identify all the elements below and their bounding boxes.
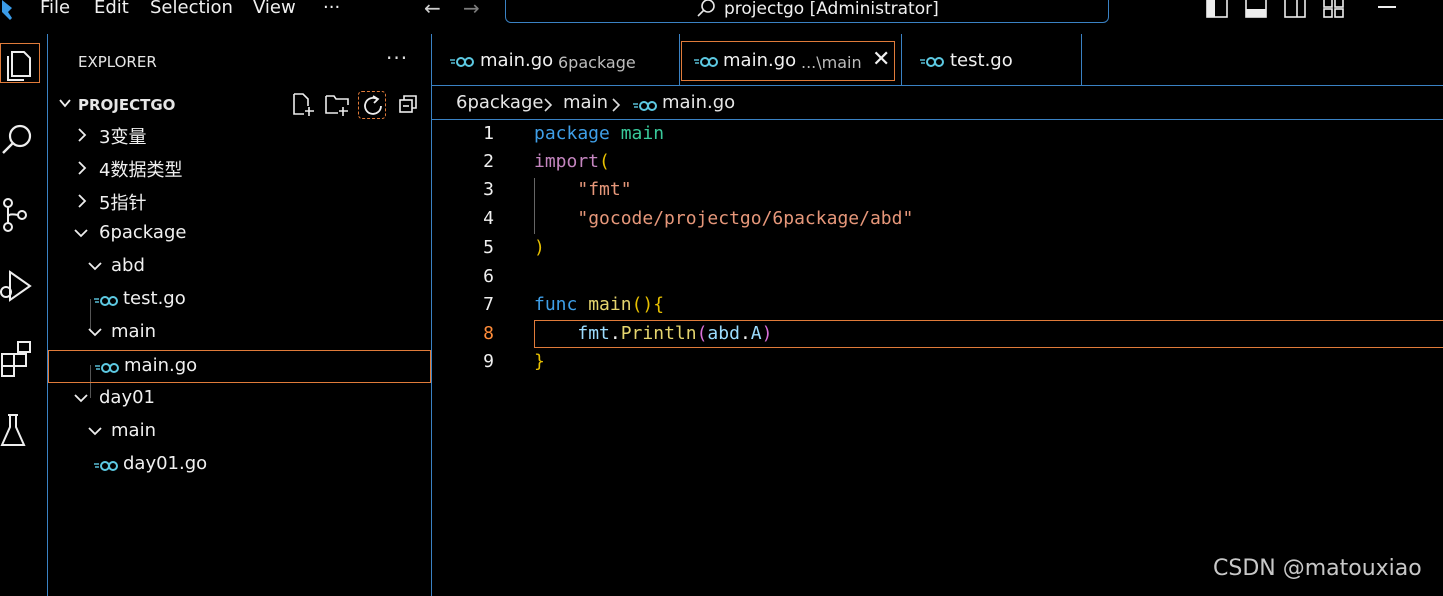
search-icon — [697, 0, 715, 17]
project-header[interactable]: PROJECTGO — [48, 91, 431, 119]
tree-folder-main[interactable]: main — [48, 317, 431, 350]
back-arrow-icon[interactable]: ← — [424, 0, 441, 20]
project-name: PROJECTGO — [78, 96, 176, 114]
sidebar-title: EXPLORER — [78, 53, 157, 71]
menu-view[interactable]: View — [253, 0, 296, 18]
code-line: 2 import( — [483, 151, 610, 172]
breadcrumb-6package[interactable]: 6package — [456, 92, 543, 113]
forward-arrow-icon[interactable]: → — [463, 0, 480, 20]
tree-folder-6package[interactable]: 6package — [48, 218, 431, 251]
code-line: 6 — [483, 266, 494, 287]
tree-folder-abd[interactable]: abd — [48, 251, 431, 284]
run-and-debug-icon[interactable] — [0, 266, 40, 306]
chevron-right-icon — [612, 98, 621, 112]
activity-bar — [0, 34, 48, 596]
new-folder-icon[interactable] — [324, 91, 352, 119]
breadcrumb: 6package main main.go — [432, 86, 1443, 120]
go-file-icon — [694, 57, 718, 67]
explorer-icon[interactable] — [0, 43, 40, 83]
go-file-icon — [633, 101, 657, 111]
sidebar-more-icon[interactable]: ··· — [386, 46, 408, 70]
testing-icon[interactable] — [0, 411, 40, 451]
collapse-folders-icon[interactable] — [396, 91, 424, 119]
minimize-icon[interactable] — [1378, 6, 1396, 8]
new-file-icon[interactable] — [290, 91, 318, 119]
explorer-sidebar: EXPLORER ··· PROJECTGO 3变量 4数据类型 5指针 6pa… — [48, 34, 432, 596]
search-icon[interactable] — [0, 120, 40, 160]
chevron-right-icon — [544, 98, 553, 112]
watermark: CSDN @matouxiao — [1213, 556, 1422, 581]
menu-edit[interactable]: Edit — [94, 0, 129, 18]
toggle-secondary-sidebar-icon[interactable] — [1284, 0, 1306, 22]
tab-test-go[interactable]: test.go — [902, 34, 1082, 86]
go-file-icon — [920, 57, 944, 67]
menu-selection[interactable]: Selection — [150, 0, 233, 18]
title-bar: File Edit Selection View ··· ← → project… — [0, 0, 1443, 34]
command-center-search[interactable]: projectgo [Administrator] — [505, 0, 1109, 23]
tree-file-main-go[interactable]: main.go — [48, 350, 431, 383]
code-line: 4 "gocode/projectgo/6package/abd" — [483, 208, 914, 229]
tree-file-test-go[interactable]: test.go — [48, 284, 431, 317]
vscode-logo-icon — [2, 0, 12, 20]
extensions-icon[interactable] — [0, 340, 40, 380]
customize-layout-icon[interactable] — [1323, 0, 1345, 22]
menu-file[interactable]: File — [40, 0, 70, 18]
tree-file-day01-go[interactable]: day01.go — [48, 449, 431, 482]
tree-folder-5pointers[interactable]: 5指针 — [48, 185, 431, 218]
tree-folder-3vars[interactable]: 3变量 — [48, 119, 431, 152]
code-line: 1 package main — [483, 123, 665, 144]
go-file-icon — [94, 296, 118, 306]
source-control-icon[interactable] — [0, 195, 40, 235]
code-editor[interactable]: 1 package main 2 import( 3 "fmt" 4 "goco… — [432, 120, 1443, 596]
code-line-current: 8 fmt.Println(abd.A) — [483, 323, 773, 344]
tree-folder-day01-main[interactable]: main — [48, 416, 431, 449]
breadcrumb-main[interactable]: main — [563, 92, 608, 113]
editor-tab-bar: main.go 6package main.go ...\main ✕ test… — [432, 34, 1443, 86]
toggle-panel-icon[interactable] — [1245, 0, 1267, 22]
chevron-down-icon — [59, 99, 71, 108]
tab-main-go-main[interactable]: main.go ...\main ✕ — [432, 34, 902, 86]
tree-folder-4datatypes[interactable]: 4数据类型 — [48, 152, 431, 185]
toggle-primary-sidebar-icon[interactable] — [1206, 0, 1228, 22]
menu-more[interactable]: ··· — [323, 0, 340, 18]
tree-folder-day01[interactable]: day01 — [48, 383, 431, 416]
close-tab-icon[interactable]: ✕ — [872, 47, 890, 72]
code-line: 9 } — [483, 351, 545, 372]
breadcrumb-main-go[interactable]: main.go — [662, 92, 735, 113]
code-line: 5 ) — [483, 237, 545, 258]
go-file-icon — [95, 363, 119, 373]
code-line: 7 func main(){ — [483, 294, 665, 315]
go-file-icon — [94, 461, 118, 471]
search-text: projectgo [Administrator] — [724, 0, 939, 19]
refresh-explorer-icon[interactable] — [358, 91, 386, 119]
code-line: 3 "fmt" — [483, 179, 632, 200]
